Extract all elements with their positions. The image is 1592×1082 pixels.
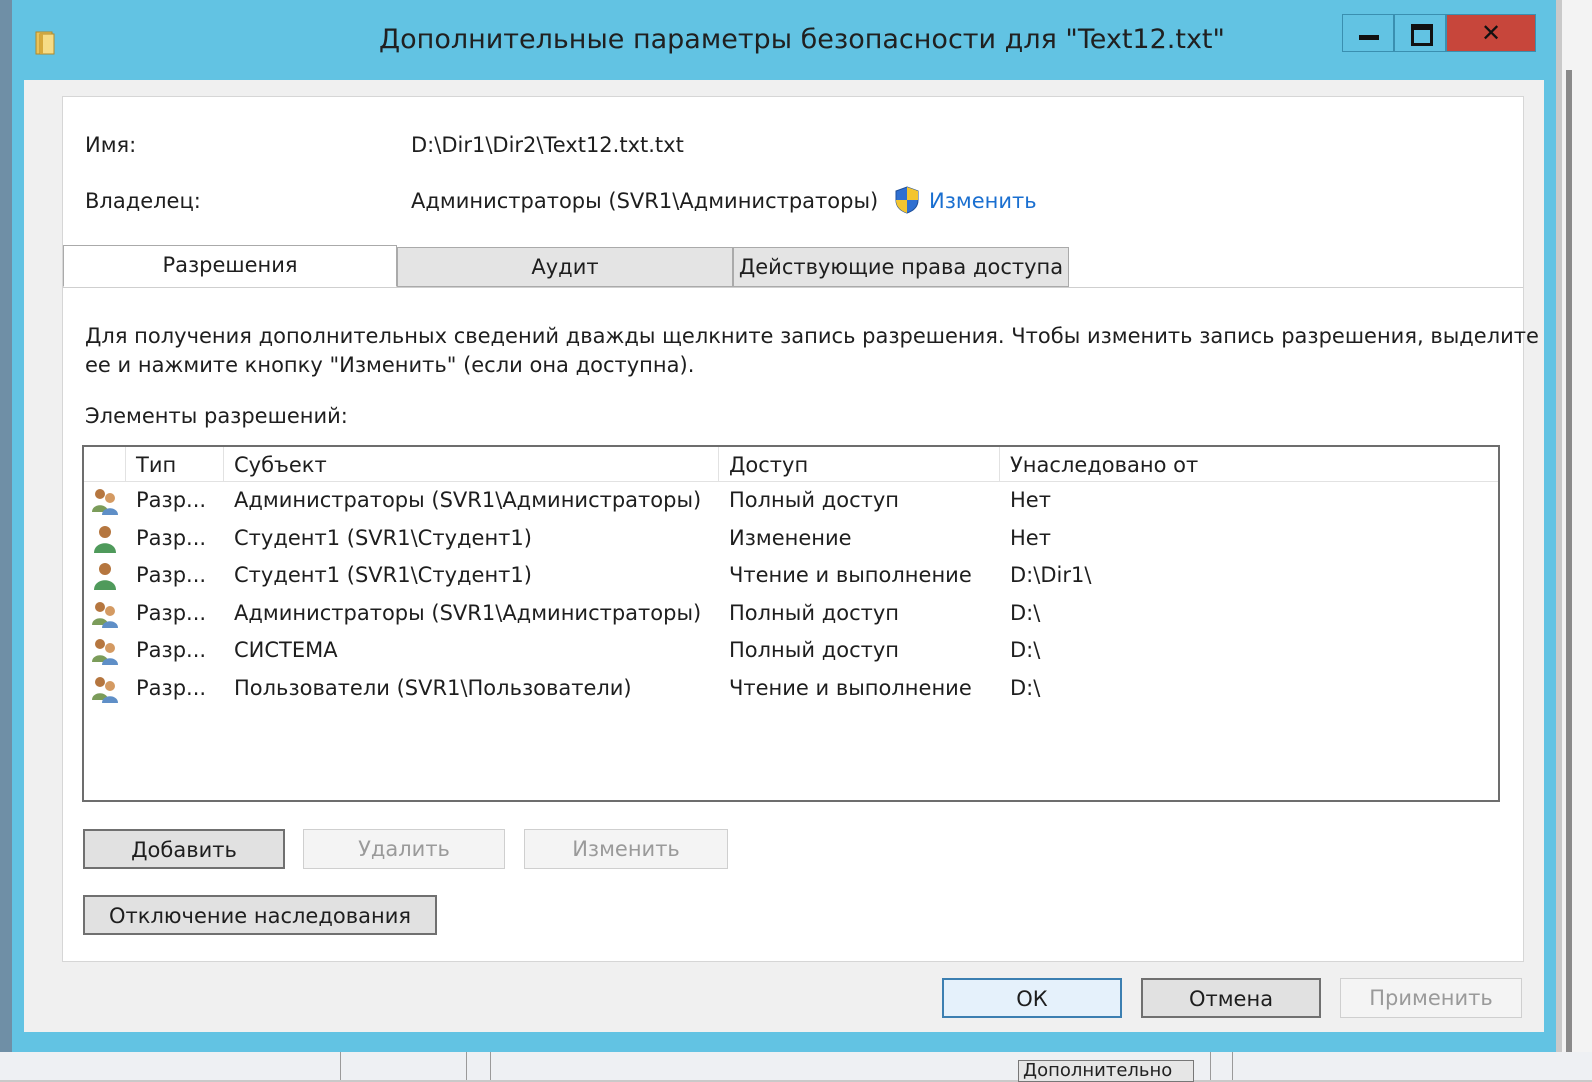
security-panel: Имя: D:\Dir1\Dir2\Text12.txt.txt Владеле… — [62, 96, 1539, 962]
row-access: Чтение и выполнение — [729, 675, 972, 700]
row-subject: Пользователи (SVR1\Пользователи) — [234, 675, 632, 700]
folder-icon — [35, 31, 55, 55]
user-icon — [90, 524, 120, 554]
ok-button[interactable]: ОК — [942, 978, 1122, 1018]
table-row[interactable]: Разр... Студент1 (SVR1\Студент1) Изменение… — [84, 520, 1498, 557]
group-icon — [90, 674, 120, 704]
row-type: Разр... — [136, 488, 207, 512]
tab-permissions[interactable]: Разрешения — [63, 245, 397, 287]
row-access: Чтение и выполнение — [729, 563, 972, 587]
row-type: Разр... — [136, 638, 207, 662]
header-type[interactable]: Тип — [126, 447, 224, 481]
row-access: Полный доступ — [729, 638, 899, 662]
header-access[interactable]: Доступ — [719, 447, 1000, 481]
uac-shield-icon — [895, 186, 919, 214]
row-type: Разр... — [136, 600, 207, 625]
close-icon: ✕ — [1480, 19, 1502, 47]
add-button[interactable]: Добавить — [83, 829, 285, 869]
user-icon — [90, 561, 120, 591]
description-line-1: Для получения дополнительных сведений дв… — [85, 324, 1539, 348]
group-icon — [90, 486, 120, 516]
desktop-background-left — [0, 0, 12, 1080]
group-icon — [90, 599, 120, 629]
close-button[interactable]: ✕ — [1446, 14, 1536, 52]
cancel-button[interactable]: Отмена — [1141, 978, 1321, 1018]
minimize-button[interactable] — [1342, 14, 1394, 52]
advanced-security-window: Дополнительные параметры безопасности дл… — [12, 0, 1556, 1052]
tab-audit[interactable]: Аудит — [397, 247, 733, 287]
name-label: Имя: — [85, 133, 137, 157]
permission-entries-list[interactable]: Тип Субъект Доступ Унаследовано от Разр.… — [82, 445, 1500, 802]
window-title: Дополнительные параметры безопасности дл… — [379, 24, 1225, 55]
disable-inheritance-button[interactable]: Отключение наследования — [83, 895, 437, 935]
owner-value: Администраторы (SVR1\Администраторы) — [411, 189, 879, 213]
owner-label: Владелец: — [85, 189, 201, 213]
minimize-icon — [1359, 35, 1379, 40]
maximize-icon — [1411, 24, 1433, 46]
row-subject: СИСТЕМА — [234, 638, 338, 662]
row-inherited-from: D:\ — [1010, 675, 1041, 700]
row-inherited-from: D:\Dir1\ — [1010, 563, 1092, 587]
row-inherited-from: Нет — [1010, 488, 1051, 512]
header-subject[interactable]: Субъект — [224, 447, 719, 481]
row-access: Полный доступ — [729, 600, 899, 625]
row-subject: Студент1 (SVR1\Студент1) — [234, 525, 532, 550]
row-subject: Студент1 (SVR1\Студент1) — [234, 563, 532, 587]
row-subject: Администраторы (SVR1\Администраторы) — [234, 488, 702, 512]
table-row[interactable]: Разр... Студент1 (SVR1\Студент1) Чтение и … — [84, 557, 1498, 594]
table-row[interactable]: Разр... СИСТЕМА Полный доступ D:\ — [84, 632, 1498, 669]
group-icon — [90, 636, 120, 666]
background-advanced-button[interactable]: Дополнительно — [1018, 1060, 1194, 1082]
edit-button[interactable]: Изменить — [524, 829, 728, 869]
list-header: Тип Субъект Доступ Унаследовано от — [84, 447, 1498, 482]
maximize-button[interactable] — [1394, 14, 1446, 52]
background-window-bottom — [0, 1052, 1592, 1080]
background-window-edge — [1566, 70, 1572, 1080]
name-value: D:\Dir1\Dir2\Text12.txt.txt — [411, 133, 684, 157]
row-type: Разр... — [136, 563, 207, 587]
change-owner-link[interactable]: Изменить — [929, 189, 1037, 213]
row-inherited-from: D:\ — [1010, 600, 1041, 625]
header-icon-column[interactable] — [84, 447, 126, 481]
table-row[interactable]: Разр... Администраторы (SVR1\Администрато… — [84, 482, 1498, 519]
row-access: Изменение — [729, 525, 852, 550]
row-subject: Администраторы (SVR1\Администраторы) — [234, 600, 702, 625]
row-inherited-from: D:\ — [1010, 638, 1041, 662]
permission-entries-label: Элементы разрешений: — [85, 404, 348, 428]
row-inherited-from: Нет — [1010, 525, 1051, 550]
row-type: Разр... — [136, 675, 207, 700]
tab-strip-line — [63, 287, 1523, 288]
apply-button[interactable]: Применить — [1340, 978, 1522, 1018]
tab-effective-access[interactable]: Действующие права доступа — [733, 247, 1069, 287]
row-access: Полный доступ — [729, 488, 899, 512]
remove-button[interactable]: Удалить — [303, 829, 505, 869]
table-row[interactable]: Разр... Пользователи (SVR1\Пользователи) Ч… — [84, 670, 1498, 707]
table-row[interactable]: Разр... Администраторы (SVR1\Администрато… — [84, 595, 1498, 632]
header-inherited-from[interactable]: Унаследовано от — [1000, 447, 1498, 481]
description-line-2: ее и нажмите кнопку "Изменить" (если она… — [85, 353, 695, 377]
title-bar[interactable]: Дополнительные параметры безопасности дл… — [12, 0, 1556, 80]
window-client-area: Имя: D:\Dir1\Dir2\Text12.txt.txt Владеле… — [24, 80, 1544, 1032]
row-type: Разр... — [136, 525, 207, 550]
